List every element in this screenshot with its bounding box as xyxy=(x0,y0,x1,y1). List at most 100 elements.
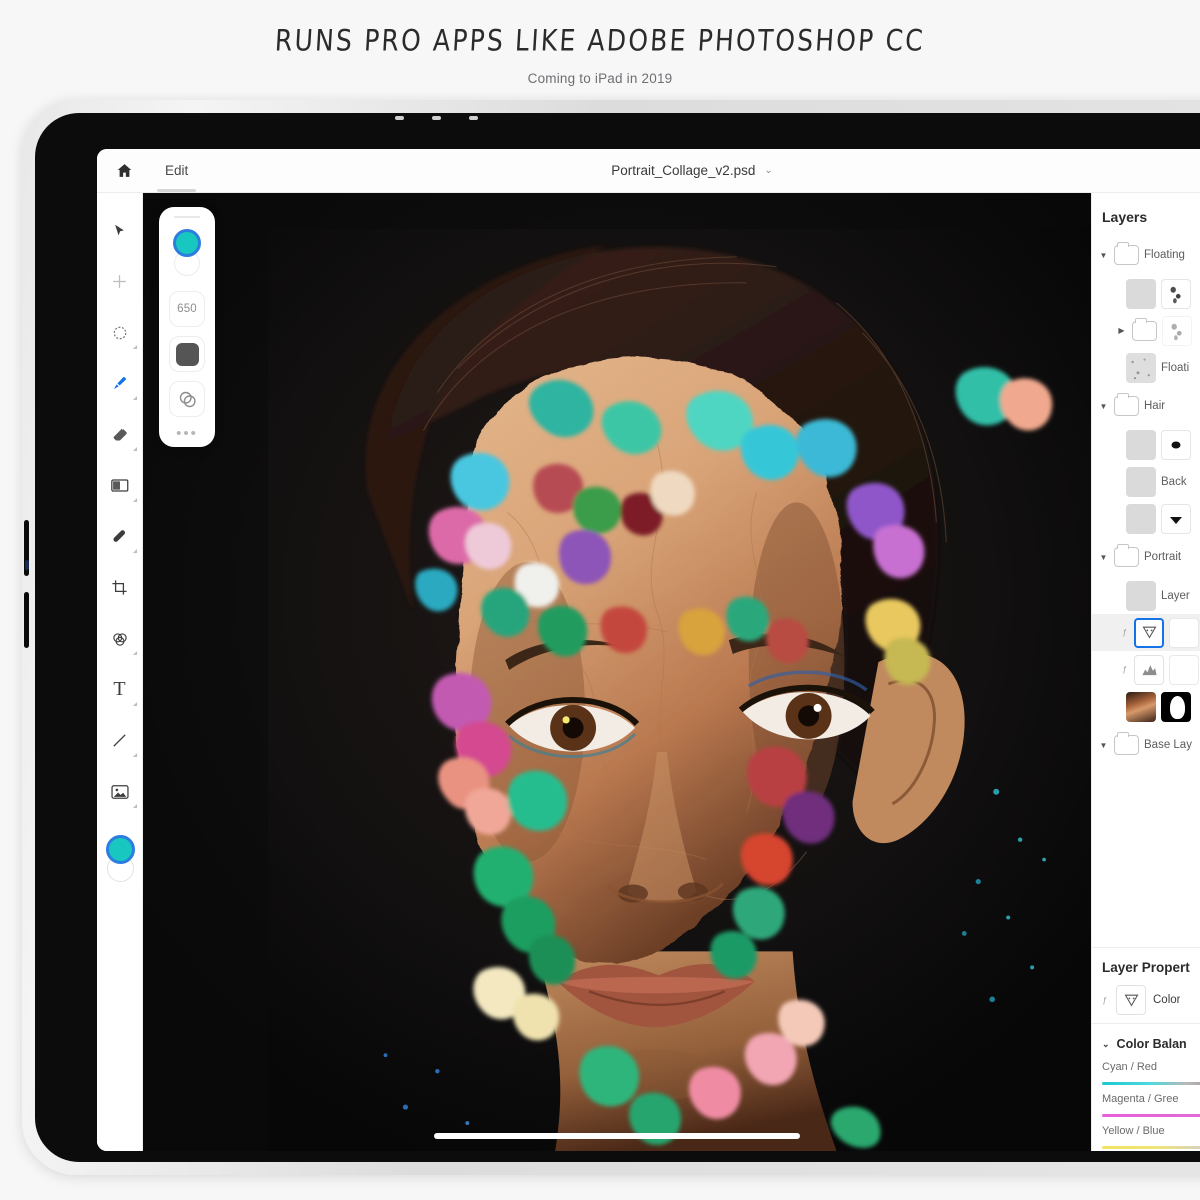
effects-icon: ƒ xyxy=(1122,628,1127,637)
folder-icon xyxy=(1114,242,1139,265)
home-icon[interactable] xyxy=(97,162,151,179)
table-row[interactable] xyxy=(1092,500,1200,537)
brush-shape-icon xyxy=(175,342,199,366)
layer-thumbnail xyxy=(1126,503,1156,534)
color-balance-adjustment-icon[interactable] xyxy=(1134,617,1164,648)
foreground-color-swatch[interactable] xyxy=(105,835,135,864)
page-title: RUNS PRO APPS LIKE ADOBE PHOTOSHOP CC xyxy=(274,23,926,58)
disclosure-triangle-icon[interactable]: ▼ xyxy=(1098,741,1109,750)
property-layer-row[interactable]: ƒ Color xyxy=(1092,983,1200,1017)
folder-icon xyxy=(1114,544,1139,567)
tool-flyout-indicator xyxy=(132,345,137,349)
layer-properties-title: Layer Propert xyxy=(1102,960,1190,975)
slider-label: Yellow / Blue xyxy=(1102,1125,1165,1137)
text-tool[interactable]: T xyxy=(97,664,143,715)
layer-name: Portrait xyxy=(1144,551,1182,563)
slider-yellow-blue[interactable]: Yellow / Blue xyxy=(1092,1119,1200,1151)
table-row[interactable] xyxy=(1092,688,1200,725)
slider-cyan-red[interactable]: Cyan / Red xyxy=(1092,1057,1200,1087)
slider-track[interactable] xyxy=(1102,1146,1200,1149)
palette-foreground-swatch[interactable] xyxy=(173,229,201,257)
layer-mask-thumbnail xyxy=(1161,429,1191,460)
layer-name: Layer xyxy=(1161,589,1190,602)
page-header: RUNS PRO APPS LIKE ADOBE PHOTOSHOP CC Co… xyxy=(0,0,1200,100)
blend-mode-button[interactable] xyxy=(169,381,205,417)
layer-name: Base Lay xyxy=(1144,739,1192,751)
volume-down-button[interactable] xyxy=(24,592,29,648)
palette-color-swatches[interactable] xyxy=(167,228,207,282)
tool-flyout-indicator xyxy=(132,804,137,808)
table-row[interactable]: Floati xyxy=(1092,349,1200,386)
layer-thumbnail xyxy=(1126,429,1156,460)
brush-shape-button[interactable] xyxy=(169,336,205,372)
canvas-area[interactable]: 650 ••• xyxy=(143,193,1091,1151)
brush-palette[interactable]: 650 ••• xyxy=(159,207,215,447)
layer-group-base[interactable]: ▼ Base Lay xyxy=(1092,725,1200,765)
tool-flyout-indicator xyxy=(132,396,137,400)
gradient-tool[interactable] xyxy=(97,460,143,511)
levels-adjustment-icon[interactable] xyxy=(1134,654,1164,685)
disclosure-triangle-icon[interactable]: ▶ xyxy=(1116,326,1127,335)
line-tool[interactable] xyxy=(97,715,143,766)
color-balance-adjustment-icon[interactable] xyxy=(1116,985,1146,1015)
slider-track[interactable] xyxy=(1102,1082,1200,1085)
layer-name: Hair xyxy=(1144,400,1166,412)
brush-tool[interactable] xyxy=(97,358,143,409)
table-row[interactable]: Back xyxy=(1092,463,1200,500)
layer-name: Floati xyxy=(1161,361,1190,374)
device-antenna-dots xyxy=(395,116,478,120)
effects-icon: ƒ xyxy=(1122,665,1127,674)
property-layer-name: Color xyxy=(1153,994,1181,1006)
chevron-down-icon: ⌄ xyxy=(764,165,773,176)
disclosure-triangle-icon[interactable]: ▼ xyxy=(1098,553,1109,562)
slider-track[interactable] xyxy=(1102,1114,1200,1117)
layer-group-hair[interactable]: ▼ Hair xyxy=(1092,386,1200,426)
layer-thumbnail xyxy=(1126,691,1156,722)
lasso-select-tool[interactable] xyxy=(97,307,143,358)
disclosure-triangle-icon[interactable]: ▼ xyxy=(1098,402,1109,411)
color-swatches[interactable] xyxy=(97,831,143,891)
layer-group-portrait[interactable]: ▼ Portrait xyxy=(1092,537,1200,577)
layers-list[interactable]: ▼ Floating ▶ Floati ▼ Hair Back ▼ Portra… xyxy=(1092,235,1200,941)
tool-flyout-indicator xyxy=(132,753,137,757)
ipad-device: Edit Portrait_Collage_v2.psd ⌄ ↶ ↷ xyxy=(22,100,1200,1175)
move-tool[interactable] xyxy=(97,205,143,256)
transform-tool[interactable] xyxy=(97,256,143,307)
layer-mask-thumbnail xyxy=(1161,503,1191,534)
table-row[interactable] xyxy=(1092,275,1200,312)
place-image-tool[interactable] xyxy=(97,766,143,817)
layers-panel-title: Layers xyxy=(1102,209,1148,225)
layer-mask-thumbnail xyxy=(1169,617,1199,648)
tab-edit[interactable]: Edit xyxy=(151,149,202,192)
slider-magenta-green[interactable]: Magenta / Gree xyxy=(1092,1087,1200,1119)
table-row[interactable] xyxy=(1092,426,1200,463)
document-title-group[interactable]: Portrait_Collage_v2.psd ⌄ xyxy=(97,163,1200,178)
device-bezel: Edit Portrait_Collage_v2.psd ⌄ ↶ ↷ xyxy=(35,113,1200,1162)
photoshop-app: Edit Portrait_Collage_v2.psd ⌄ ↶ ↷ xyxy=(97,149,1200,1151)
layer-mask-thumbnail xyxy=(1161,278,1191,309)
color-balance-section-title: Color Balan xyxy=(1116,1037,1187,1051)
eraser-tool[interactable] xyxy=(97,409,143,460)
crop-tool[interactable] xyxy=(97,562,143,613)
adjustment-tool[interactable] xyxy=(97,613,143,664)
table-row[interactable]: ƒ xyxy=(1092,651,1200,688)
layer-mask-thumbnail xyxy=(1162,315,1192,346)
healing-brush-tool[interactable] xyxy=(97,511,143,562)
layer-group-floating[interactable]: ▼ Floating xyxy=(1092,235,1200,275)
layer-subgroup[interactable]: ▶ xyxy=(1092,312,1200,349)
tools-sidebar: T xyxy=(97,193,143,1151)
effects-icon: ƒ xyxy=(1102,995,1107,1005)
palette-more-button[interactable]: ••• xyxy=(176,426,198,441)
palette-drag-handle[interactable] xyxy=(174,216,200,218)
layer-mask-thumbnail xyxy=(1169,654,1199,685)
layer-row-selected[interactable]: ƒ xyxy=(1092,614,1200,651)
chevron-down-icon: ⌄ xyxy=(1102,1038,1110,1049)
table-row[interactable]: Layer xyxy=(1092,577,1200,614)
page-subtitle: Coming to iPad in 2019 xyxy=(527,71,673,86)
device-screen: Edit Portrait_Collage_v2.psd ⌄ ↶ ↷ xyxy=(97,149,1200,1151)
slider-label: Magenta / Gree xyxy=(1102,1093,1179,1105)
color-balance-section-header[interactable]: ⌄ Color Balan xyxy=(1092,1024,1200,1057)
disclosure-triangle-icon[interactable]: ▼ xyxy=(1098,251,1109,260)
brush-size-button[interactable]: 650 xyxy=(169,291,205,327)
home-indicator[interactable] xyxy=(434,1133,800,1139)
